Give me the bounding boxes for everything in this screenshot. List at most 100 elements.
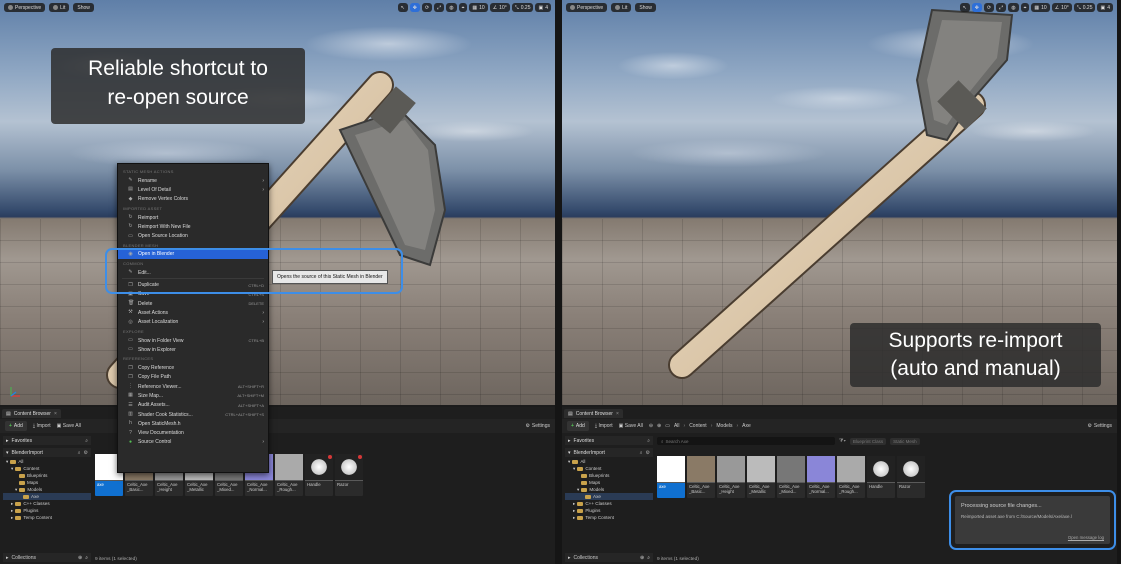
asset-tile[interactable]: Celtic_Axe _Basic... bbox=[687, 456, 715, 498]
search-icon[interactable]: ⌕ bbox=[640, 450, 643, 456]
level-viewport[interactable]: Perspective Lit Show ↖ ✥ ⟳ ⤢ ◍ ⌖ ▦ 10 ∠ … bbox=[0, 0, 555, 405]
translate-tool-icon[interactable]: ✥ bbox=[971, 3, 982, 12]
menu-item-shader-cook[interactable]: ▥ Shader Cook Statistics... CTRL+ALT+SHIFT… bbox=[118, 410, 268, 419]
filter-chip-blueprint[interactable]: Blueprint Class bbox=[849, 437, 887, 445]
show-button[interactable]: Show bbox=[73, 3, 94, 12]
project-header[interactable]: ▾ BlenderImport ⌕ ⚙ bbox=[565, 448, 653, 457]
tree-item-all[interactable]: ▾ All bbox=[3, 458, 91, 465]
search-icon[interactable]: ⌕ bbox=[85, 438, 88, 444]
surface-snap-icon[interactable]: ⌖ bbox=[458, 3, 468, 12]
tree-item-models[interactable]: ▾ Models bbox=[3, 486, 91, 493]
tree-item-cpp-classes[interactable]: ▸ C++ Classes bbox=[565, 500, 653, 507]
asset-tile[interactable]: Celtic_Axe _Metallic bbox=[747, 456, 775, 498]
gear-icon[interactable]: ⚙ bbox=[646, 450, 650, 456]
tree-item-content[interactable]: ▾ Content bbox=[565, 465, 653, 472]
menu-item-open-staticmesh-h[interactable]: h Open StaticMesh.h bbox=[118, 419, 268, 428]
world-space-icon[interactable]: ◍ bbox=[446, 3, 457, 12]
project-header[interactable]: ▾ BlenderImport ⌕ ⚙ bbox=[3, 448, 91, 457]
perspective-button[interactable]: Perspective bbox=[566, 3, 608, 12]
grid-snap-button[interactable]: ▦ 10 bbox=[1031, 3, 1050, 12]
asset-tile[interactable]: Razor bbox=[335, 454, 363, 496]
rotation-snap-button[interactable]: ∠ 10° bbox=[489, 3, 510, 12]
menu-item-reimport-new-file[interactable]: ↻ Reimport With New File bbox=[118, 222, 268, 231]
grid-snap-button[interactable]: ▦ 10 bbox=[469, 3, 488, 12]
menu-item-copy-file-path[interactable]: ❐ Copy File Path bbox=[118, 373, 268, 382]
tree-item-blueprints[interactable]: Blueprints bbox=[565, 472, 653, 479]
tree-item-all[interactable]: ▾ All bbox=[565, 458, 653, 465]
tree-item-blueprints[interactable]: Blueprints bbox=[3, 472, 91, 479]
show-button[interactable]: Show bbox=[635, 3, 656, 12]
scale-snap-button[interactable]: ⤡ 0.25 bbox=[511, 3, 534, 12]
search-input[interactable]: ⌕ Search Axe bbox=[657, 437, 835, 445]
search-icon[interactable]: ⌕ bbox=[647, 438, 650, 444]
camera-speed-button[interactable]: ▣ 4 bbox=[1097, 3, 1113, 12]
tree-item-plugins[interactable]: ▸ Plugins bbox=[565, 507, 653, 514]
import-button[interactable]: ⤓ Import bbox=[33, 423, 51, 429]
camera-speed-button[interactable]: ▣ 4 bbox=[535, 3, 551, 12]
rotate-tool-icon[interactable]: ⟳ bbox=[983, 3, 995, 12]
menu-item-reference-viewer[interactable]: ⋮ Reference Viewer... ALT+SHIFT+R bbox=[118, 382, 268, 391]
content-browser-tab[interactable]: ▤ Content Browser × bbox=[2, 409, 61, 418]
surface-snap-icon[interactable]: ⌖ bbox=[1020, 3, 1030, 12]
asset-tile[interactable]: Celtic_Axe _Mixed... bbox=[777, 456, 805, 498]
translate-tool-icon[interactable]: ✥ bbox=[409, 3, 420, 12]
asset-tile[interactable]: axe bbox=[657, 456, 685, 498]
select-tool-icon[interactable]: ↖ bbox=[959, 3, 970, 12]
settings-button[interactable]: ⚙ Settings bbox=[525, 423, 550, 429]
close-icon[interactable]: × bbox=[616, 411, 619, 417]
menu-item-asset-actions[interactable]: ⚒ Asset Actions › bbox=[118, 308, 268, 317]
asset-tile[interactable]: Razor bbox=[897, 456, 925, 498]
breadcrumb-item[interactable]: Axe bbox=[742, 423, 751, 429]
scale-tool-icon[interactable]: ⤢ bbox=[996, 3, 1007, 12]
menu-item-show-explorer[interactable]: ▭ Show in Explorer bbox=[118, 345, 268, 354]
asset-tile[interactable]: Celtic_Axe _Height bbox=[717, 456, 745, 498]
scale-tool-icon[interactable]: ⤢ bbox=[434, 3, 445, 12]
breadcrumb-item[interactable]: All bbox=[674, 423, 680, 429]
breadcrumb-item[interactable]: Content bbox=[689, 423, 707, 429]
save-all-button[interactable]: ▣ Save All bbox=[57, 423, 81, 429]
level-viewport[interactable]: Perspective Lit Show ↖ ✥ ⟳ ⤢ ◍ ⌖ ▦ 10 ∠ … bbox=[562, 0, 1117, 405]
asset-tile[interactable]: Handle bbox=[305, 454, 333, 496]
menu-item-size-map[interactable]: ▦ Size Map... ALT+SHIFT+M bbox=[118, 391, 268, 400]
menu-item-view-documentation[interactable]: ? View Documentation bbox=[118, 429, 268, 438]
menu-item-rename[interactable]: ✎ Rename › bbox=[118, 176, 268, 185]
history-forward-icon[interactable]: ⊕ bbox=[657, 423, 661, 429]
tree-item-models[interactable]: ▾ Models bbox=[565, 486, 653, 493]
menu-item-delete[interactable]: 🗑 Delete DELETE bbox=[118, 299, 268, 308]
menu-item-reimport[interactable]: ↻ Reimport bbox=[118, 213, 268, 222]
collections-header[interactable]: ▸ Collections ⊕ ⌕ bbox=[565, 553, 653, 562]
asset-tile[interactable]: Celtic_Axe _Rough... bbox=[837, 456, 865, 498]
asset-tile[interactable]: Celtic_Axe _Normal... bbox=[807, 456, 835, 498]
save-all-button[interactable]: ▣ Save All bbox=[619, 423, 643, 429]
filter-chip-static-mesh[interactable]: Static Mesh bbox=[890, 437, 920, 445]
search-icon[interactable]: ⌕ bbox=[78, 450, 81, 456]
settings-button[interactable]: ⚙ Settings bbox=[1087, 423, 1112, 429]
asset-tile[interactable]: Celtic_Axe _Rough... bbox=[275, 454, 303, 496]
favorites-header[interactable]: ▸ Favorites ⌕ bbox=[565, 436, 653, 445]
tree-item-content[interactable]: ▾ Content bbox=[3, 465, 91, 472]
add-collection-icon[interactable]: ⊕ bbox=[78, 555, 82, 561]
menu-item-audit-assets[interactable]: ☰ Audit Assets... ALT+SHIFT+A bbox=[118, 401, 268, 410]
collections-header[interactable]: ▸ Collections ⊕ ⌕ bbox=[3, 553, 91, 562]
tree-item-maps[interactable]: Maps bbox=[3, 479, 91, 486]
tree-item-temp-content[interactable]: ▸ Temp Content bbox=[3, 514, 91, 521]
lit-button[interactable]: Lit bbox=[49, 3, 70, 12]
lit-button[interactable]: Lit bbox=[611, 3, 632, 12]
content-browser-tab[interactable]: ▤ Content Browser × bbox=[564, 409, 623, 418]
add-button[interactable]: + Add bbox=[567, 421, 589, 431]
tree-item-axe[interactable]: Axe bbox=[565, 493, 653, 500]
select-tool-icon[interactable]: ↖ bbox=[397, 3, 408, 12]
tree-item-plugins[interactable]: ▸ Plugins bbox=[3, 507, 91, 514]
filter-icon[interactable]: ⧩▾ bbox=[839, 438, 846, 444]
search-icon[interactable]: ⌕ bbox=[85, 555, 88, 561]
world-space-icon[interactable]: ◍ bbox=[1008, 3, 1019, 12]
add-button[interactable]: + Add bbox=[5, 421, 27, 431]
tree-item-temp-content[interactable]: ▸ Temp Content bbox=[565, 514, 653, 521]
search-icon[interactable]: ⌕ bbox=[647, 555, 650, 561]
menu-item-asset-localization[interactable]: ◎ Asset Localization › bbox=[118, 318, 268, 327]
menu-item-lod[interactable]: ▤ Level Of Detail › bbox=[118, 185, 268, 194]
favorites-header[interactable]: ▸ Favorites ⌕ bbox=[3, 436, 91, 445]
menu-item-source-control[interactable]: ● Source Control › bbox=[118, 438, 268, 447]
history-back-icon[interactable]: ⊖ bbox=[649, 423, 653, 429]
rotate-tool-icon[interactable]: ⟳ bbox=[421, 3, 433, 12]
